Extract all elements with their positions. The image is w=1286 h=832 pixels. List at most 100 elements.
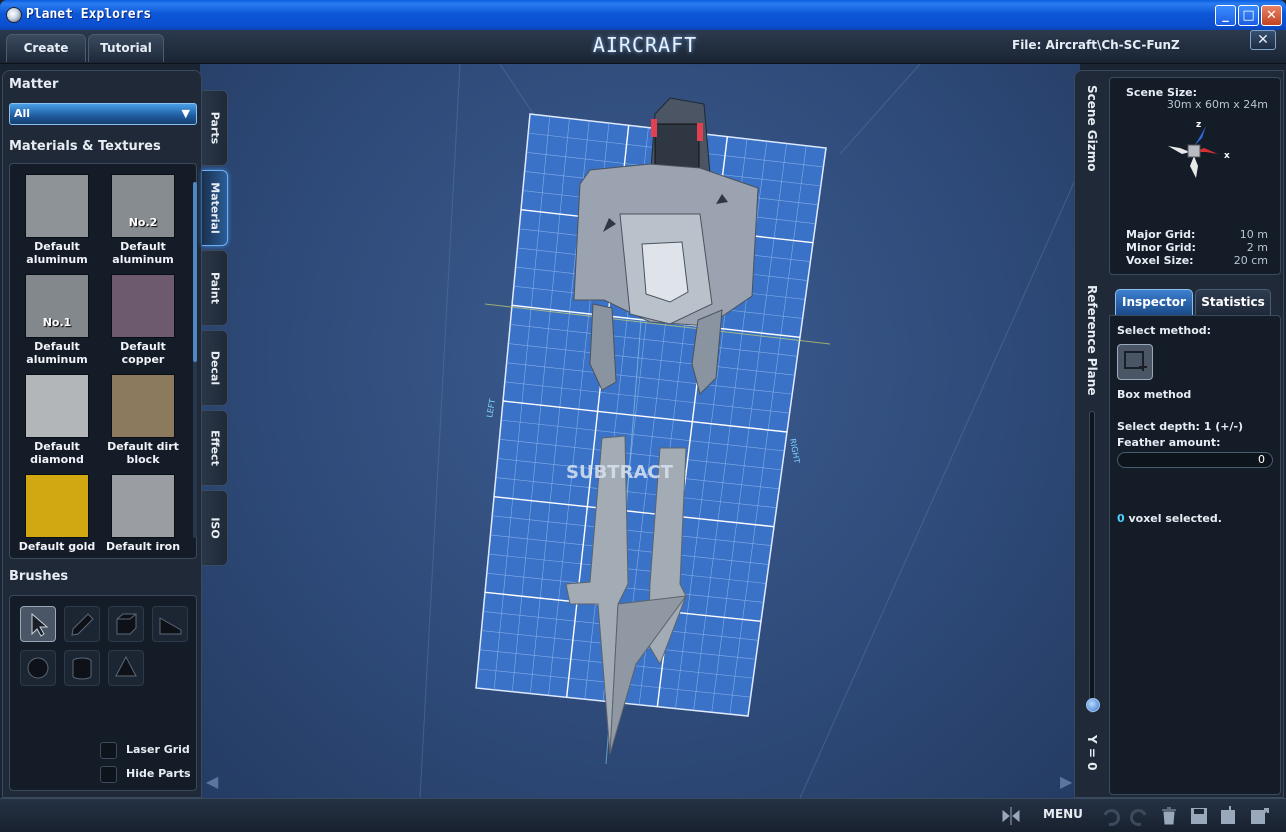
brush-wedge-button[interactable] [152,606,188,642]
tab-create[interactable]: Create [6,34,86,62]
material-label: Default diamond [30,440,84,466]
minimize-button[interactable]: _ [1215,5,1236,26]
select-depth-label: Select depth: 1 (+/-) [1117,420,1244,433]
matter-dropdown[interactable]: All ▼ [9,103,197,125]
major-grid-value: 10 m [1239,228,1268,241]
wedge-icon [159,617,182,635]
feather-amount-label: Feather amount: [1117,436,1221,449]
feather-amount-input[interactable]: 0 [1117,452,1273,468]
box-method-label: Box method [1117,388,1192,401]
maximize-button[interactable]: □ [1238,5,1259,26]
mode-title: AIRCRAFT [592,33,698,57]
menu-button[interactable]: MENU [1043,807,1083,821]
material-item[interactable]: Default copper [102,274,184,366]
scene-gizmo-box: Scene Size: 30m x 60m x 24m z x Major Gr… [1109,77,1281,275]
mirror-icon[interactable] [1000,805,1022,827]
reference-plane-knob[interactable] [1086,698,1100,712]
material-label: Default aluminum [26,240,88,266]
brush-cube-button[interactable] [108,606,144,642]
brush-sphere-button[interactable] [20,650,56,686]
3d-viewport[interactable]: LEFT RIGHT SUBTRACT [200,64,1080,798]
scene-canvas[interactable]: LEFT RIGHT SUBTRACT [200,64,1080,798]
redo-icon[interactable] [1128,805,1150,827]
grid-left-label: LEFT [485,398,497,418]
brushes-title: Brushes [9,569,69,584]
voxel-size-label: Voxel Size: [1126,254,1194,267]
brush-cylinder-button[interactable] [64,650,100,686]
left-panel: Matter All ▼ Materials & Textures Defaul… [2,70,202,798]
tab-parts-label: Parts [208,111,221,145]
brush-select-button[interactable] [20,606,56,642]
material-swatch-gold [25,474,89,538]
material-item[interactable]: Default gold [16,474,98,553]
material-item[interactable]: Default diamond [16,374,98,466]
tab-effect[interactable]: Effect [202,410,228,486]
save-icon[interactable] [1188,805,1210,827]
tab-paint[interactable]: Paint [202,250,228,326]
tab-decal[interactable]: Decal [202,330,228,406]
window-title: Planet Explorers [26,7,152,22]
tab-inspector[interactable]: Inspector [1115,289,1193,315]
scroll-right-icon[interactable]: ▶ [1060,772,1072,791]
material-item[interactable]: Default iron [102,474,184,553]
materials-scrollbar[interactable] [193,182,197,538]
trash-icon[interactable] [1158,805,1180,827]
materials-grid: Default aluminum No.2 Default aluminum N… [9,163,197,559]
file-label: File: Aircraft\Ch-SC-FunZ [1012,38,1180,52]
select-arrow-icon [31,612,49,637]
window-titlebar[interactable]: Planet Explorers _ □ ✕ [0,0,1286,30]
material-swatch-copper [111,274,175,338]
material-label: Default aluminum [112,240,174,266]
export-icon[interactable] [1248,805,1270,827]
brush-pencil-button[interactable] [64,606,100,642]
voxel-count: 0 [1117,512,1125,525]
material-label: Default dirt block [107,440,179,466]
reference-plane-y: Y = 0 [1085,735,1099,771]
close-editor-button[interactable]: ✕ [1250,30,1276,50]
material-swatch-aluminum: No.1 [25,274,89,338]
box-select-icon [1124,351,1147,371]
material-swatch-iron [111,474,175,538]
material-label: Default aluminum [26,340,88,366]
cylinder-icon [72,657,92,680]
tab-effect-label: Effect [208,430,221,466]
scene-gizmo-label: Scene Gizmo [1085,85,1099,172]
material-item[interactable]: No.2 Default aluminum [102,174,184,266]
tab-iso[interactable]: ISO [202,490,228,566]
materials-title: Materials & Textures [9,139,161,154]
cube-icon [116,613,137,635]
chevron-down-icon: ▼ [181,107,190,120]
brushes-box: Laser Grid Hide Parts [9,595,197,791]
minor-grid-value: 2 m [1246,241,1268,254]
material-label: Default copper [120,340,166,366]
tab-statistics[interactable]: Statistics [1195,289,1271,315]
tab-material[interactable]: Material [202,170,228,246]
save-as-icon[interactable] [1218,805,1240,827]
bottom-toolbar: MENU [0,798,1286,832]
material-label: Default iron [105,540,181,553]
box-method-button[interactable] [1117,344,1153,380]
tab-parts[interactable]: Parts [202,90,228,166]
laser-grid-checkbox[interactable] [100,742,117,759]
scrollbar-thumb[interactable] [193,182,197,362]
tab-material-label: Material [208,182,221,234]
axis-gizmo-icon[interactable]: z x [1146,118,1246,194]
material-item[interactable]: Default aluminum [16,174,98,266]
material-item[interactable]: Default dirt block [102,374,184,466]
major-grid-label: Major Grid: [1126,228,1196,241]
select-method-label: Select method: [1117,324,1212,337]
material-tag: No.1 [42,316,72,329]
undo-icon[interactable] [1100,805,1122,827]
close-window-button[interactable]: ✕ [1261,5,1282,26]
reference-plane-slider[interactable] [1086,411,1100,713]
scroll-left-icon[interactable]: ◀ [206,772,218,791]
gizmo-axis-x: x [1224,151,1230,161]
material-item[interactable]: No.1 Default aluminum [16,274,98,366]
hide-parts-checkbox[interactable] [100,766,117,783]
hide-parts-label: Hide Parts [126,767,191,780]
subtract-mode-label: SUBTRACT [566,462,674,483]
matter-title: Matter [9,77,59,92]
tab-tutorial[interactable]: Tutorial [88,34,164,62]
minor-grid-label: Minor Grid: [1126,241,1196,254]
brush-cone-button[interactable] [108,650,144,686]
